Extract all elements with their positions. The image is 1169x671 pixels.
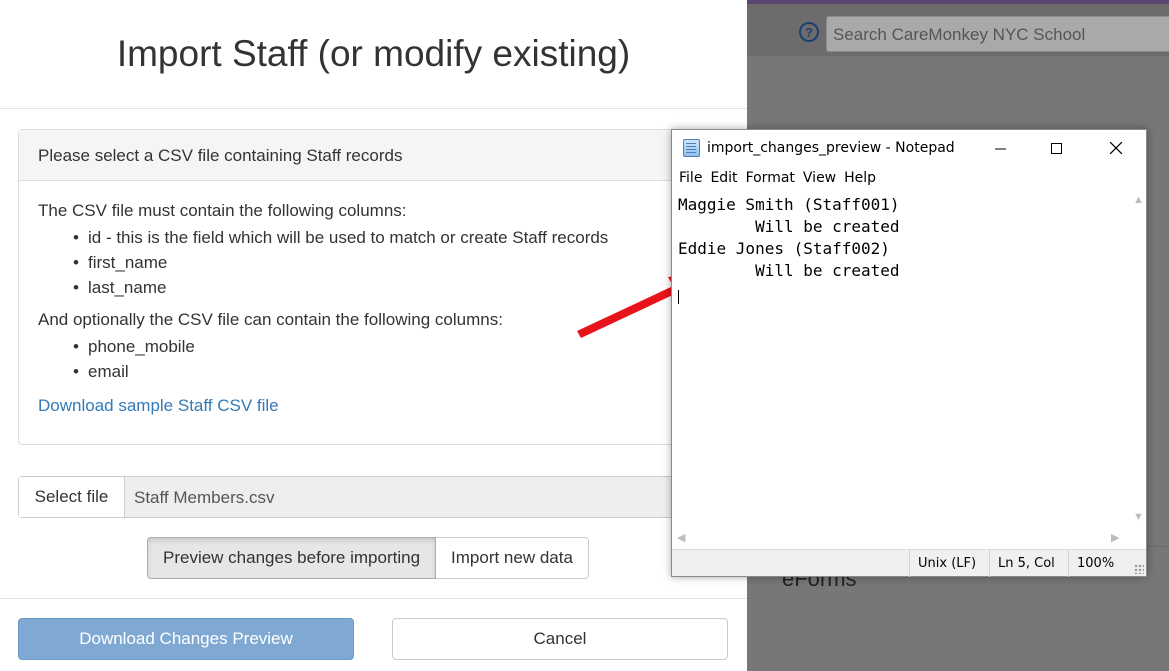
text-line: Will be created [678,261,900,280]
modal-title: Import Staff (or modify existing) [116,33,631,74]
download-changes-preview-button[interactable]: Download Changes Preview [18,618,354,660]
notepad-menubar: File Edit Format View Help [672,168,877,190]
horizontal-scrollbar[interactable]: ◀ ▶ [673,529,1129,546]
file-picker: Select file Staff Members.csv [18,476,718,518]
notepad-text-area[interactable]: Maggie Smith (Staff001) Will be created E… [673,191,1130,529]
modal-footer-divider [0,598,747,599]
panel-heading: Please select a CSV file containing Staf… [19,130,717,181]
vertical-scrollbar[interactable]: ▲ ▼ [1129,191,1146,529]
import-new-data-option[interactable]: Import new data [436,537,589,579]
menu-help[interactable]: Help [837,168,876,190]
notepad-app-icon [683,139,700,157]
menu-edit[interactable]: Edit [703,168,737,190]
notepad-statusbar: Unix (LF) Ln 5, Col 100% [672,549,1146,577]
list-item: id - this is the field which will be use… [73,225,698,250]
resize-grip-icon[interactable] [1134,564,1144,574]
menu-file[interactable]: File [672,168,702,190]
scroll-down-icon[interactable]: ▼ [1133,511,1144,523]
import-mode-toggle: Preview changes before importing Import … [147,537,589,579]
maximize-icon[interactable] [1033,130,1079,166]
scroll-right-icon[interactable]: ▶ [1111,531,1119,544]
selected-file-name: Staff Members.csv [125,477,717,517]
scroll-up-icon[interactable]: ▲ [1133,194,1144,206]
background-search-input[interactable]: Search CareMonkey NYC School [826,16,1169,52]
notepad-title: import_changes_preview - Notepad [707,140,955,156]
minimize-icon[interactable] [977,130,1023,166]
list-item: email [73,359,698,384]
select-file-button[interactable]: Select file [19,477,125,517]
notepad-titlebar[interactable]: import_changes_preview - Notepad [672,130,1146,166]
cancel-button[interactable]: Cancel [392,618,728,660]
text-line: Maggie Smith (Staff001) [678,195,900,214]
download-sample-csv-link[interactable]: Download sample Staff CSV file [38,396,279,416]
help-icon[interactable]: ? [799,22,819,42]
status-line-endings: Unix (LF) [909,550,989,577]
close-icon[interactable] [1093,130,1139,166]
status-cursor-position: Ln 5, Col [989,550,1068,577]
modal-header-divider [0,108,747,109]
required-columns-intro: The CSV file must contain the following … [38,201,407,220]
menu-view[interactable]: View [796,168,836,190]
notepad-window: import_changes_preview - Notepad File Ed… [671,129,1147,577]
text-line: Eddie Jones (Staff002) [678,239,890,258]
preview-changes-option[interactable]: Preview changes before importing [147,537,437,579]
scroll-left-icon[interactable]: ◀ [677,531,685,544]
background-header: ? Search CareMonkey NYC School [747,0,1169,56]
menu-format[interactable]: Format [739,168,795,190]
text-line: Will be created [678,217,900,236]
text-caret [678,290,679,304]
